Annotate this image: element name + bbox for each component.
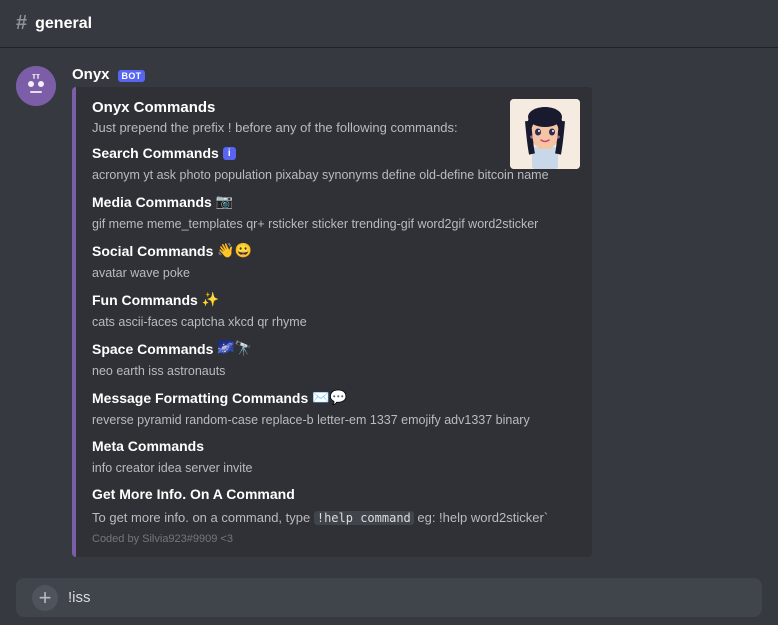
search-info-badge: i: [223, 147, 236, 160]
space-commands-list: neo earth iss astronauts: [92, 361, 576, 381]
get-more-info-section: Get More Info. On A Command To get more …: [92, 486, 576, 525]
section-meta: Meta Commands info creator idea server i…: [92, 438, 576, 478]
media-commands-title: Media Commands 📷: [92, 193, 576, 210]
fun-emoji: ✨: [202, 291, 219, 308]
message-row: Onyx BOT: [0, 64, 778, 559]
embed-description: Just prepend the prefix ! before any of …: [92, 120, 576, 135]
media-commands-list: gif meme meme_templates qr+ rsticker sti…: [92, 214, 576, 234]
channel-name: general: [35, 15, 92, 33]
social-emoji: 👋😀: [217, 242, 252, 259]
message-header: Onyx BOT: [72, 66, 762, 83]
search-commands-title: Search Commands i: [92, 145, 576, 161]
message-input[interactable]: [58, 578, 746, 617]
fun-commands-list: cats ascii-faces captcha xkcd qr rhyme: [92, 312, 576, 332]
message-formatting-commands-title: Message Formatting Commands ✉️💬: [92, 389, 576, 406]
space-emoji: 🌌🔭: [217, 340, 252, 357]
media-emoji: 📷: [216, 193, 233, 210]
avatar-area: [16, 66, 56, 557]
section-media: Media Commands 📷 gif meme meme_templates…: [92, 193, 576, 234]
get-more-info-code: !help command: [314, 511, 414, 525]
meta-commands-list: info creator idea server invite: [92, 458, 576, 478]
message-list: Onyx BOT: [0, 48, 778, 570]
fun-commands-title: Fun Commands ✨: [92, 291, 576, 308]
message-input-area: +: [16, 578, 762, 617]
search-commands-list: acronym yt ask photo population pixabay …: [92, 165, 576, 185]
embed-title: Onyx Commands: [92, 99, 576, 116]
social-commands-list: avatar wave poke: [92, 263, 576, 283]
section-social: Social Commands 👋😀 avatar wave poke: [92, 242, 576, 283]
message-body: Onyx BOT: [72, 66, 762, 557]
channel-hash: #: [16, 12, 27, 35]
embed-footer: Coded by Silvia923#9909 <3: [92, 533, 576, 545]
username: Onyx: [72, 66, 110, 83]
get-more-info-text: To get more info. on a command, type !he…: [92, 510, 576, 525]
get-more-info-title: Get More Info. On A Command: [92, 486, 576, 502]
embed-thumbnail: [510, 99, 580, 169]
add-attachment-button[interactable]: +: [32, 585, 58, 611]
section-space: Space Commands 🌌🔭 neo earth iss astronau…: [92, 340, 576, 381]
message-formatting-emoji: ✉️💬: [312, 389, 347, 406]
social-commands-title: Social Commands 👋😀: [92, 242, 576, 259]
avatar: [16, 66, 56, 106]
bot-tag: BOT: [118, 70, 146, 82]
section-fun: Fun Commands ✨ cats ascii-faces captcha …: [92, 291, 576, 332]
embed: Onyx Commands Just prepend the prefix ! …: [72, 87, 592, 557]
message-formatting-commands-list: reverse pyramid random-case replace-b le…: [92, 410, 576, 430]
title-bar: # general: [0, 0, 778, 48]
meta-commands-title: Meta Commands: [92, 438, 576, 454]
section-message-formatting: Message Formatting Commands ✉️💬 reverse …: [92, 389, 576, 430]
section-search: Search Commands i acronym yt ask photo p…: [92, 145, 576, 185]
anime-girl-image: [510, 99, 580, 169]
space-commands-title: Space Commands 🌌🔭: [92, 340, 576, 357]
